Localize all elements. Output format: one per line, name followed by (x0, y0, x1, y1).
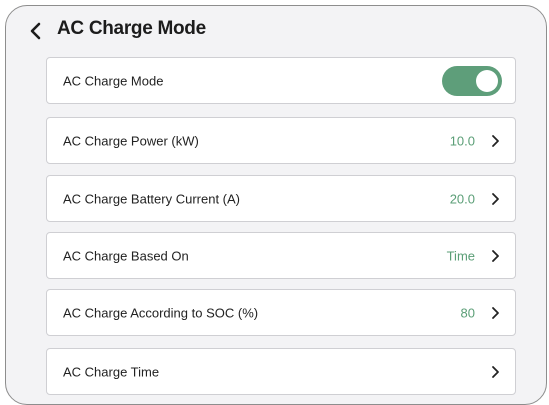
ac-charge-soc-row[interactable]: AC Charge According to SOC (%) 80 (46, 289, 516, 336)
back-button[interactable] (25, 20, 47, 42)
header: AC Charge Mode (6, 6, 546, 56)
page-title: AC Charge Mode (57, 18, 206, 39)
ac-charge-based-on-row[interactable]: AC Charge Based On Time (46, 232, 516, 279)
ac-charge-soc-label: AC Charge According to SOC (%) (63, 305, 259, 320)
chevron-right-icon (490, 134, 500, 148)
ac-charge-mode-row: AC Charge Mode (46, 57, 516, 104)
ac-charge-soc-value: 80 (460, 305, 475, 320)
ac-charge-battery-current-row[interactable]: AC Charge Battery Current (A) 20.0 (46, 175, 516, 222)
ac-charge-based-on-label: AC Charge Based On (63, 248, 189, 263)
chevron-right-icon (490, 192, 500, 206)
ac-charge-power-value: 10.0 (449, 133, 475, 148)
toggle-knob (476, 70, 498, 92)
chevron-left-icon (30, 22, 41, 40)
ac-charge-time-row[interactable]: AC Charge Time (46, 348, 516, 395)
chevron-right-icon (490, 249, 500, 263)
ac-charge-time-label: AC Charge Time (63, 364, 160, 379)
ac-charge-mode-label: AC Charge Mode (63, 73, 164, 88)
settings-panel: AC Charge Mode AC Charge Mode AC Charge … (5, 5, 547, 405)
ac-charge-mode-toggle[interactable] (442, 66, 502, 96)
ac-charge-power-label: AC Charge Power (kW) (63, 133, 199, 148)
ac-charge-based-on-value: Time (446, 248, 475, 263)
ac-charge-power-row[interactable]: AC Charge Power (kW) 10.0 (46, 117, 516, 164)
chevron-right-icon (490, 306, 500, 320)
chevron-right-icon (490, 365, 500, 379)
ac-charge-battery-current-label: AC Charge Battery Current (A) (63, 191, 241, 206)
ac-charge-battery-current-value: 20.0 (449, 191, 475, 206)
